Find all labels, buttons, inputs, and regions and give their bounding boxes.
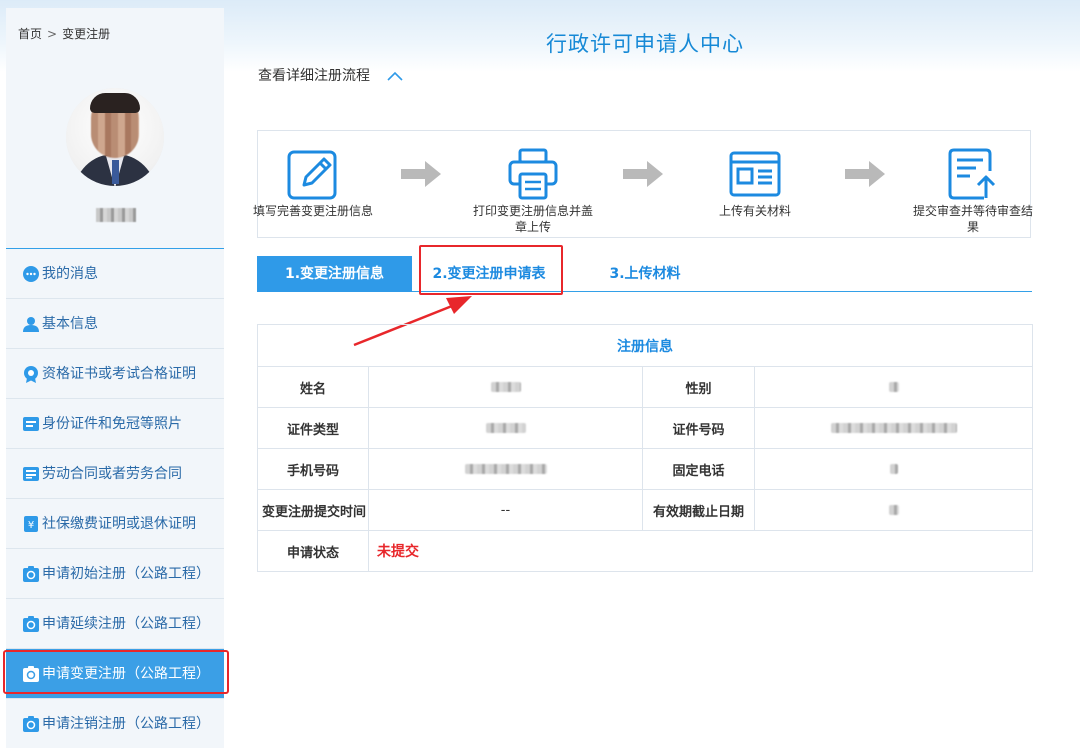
tab-change-registration-info[interactable]: 1.变更注册信息 [257, 256, 412, 292]
sidebar-item-label: 基本信息 [42, 316, 98, 332]
breadcrumb-separator: > [47, 27, 58, 41]
contract-icon [23, 467, 39, 481]
step-4: 提交审查并等待审查结果 [913, 147, 1033, 235]
label-status: 申请状态 [257, 530, 369, 572]
breadcrumb-current: 变更注册 [62, 27, 111, 41]
apply-icon [23, 716, 39, 732]
value-status: 未提交 [368, 530, 1033, 572]
value-id-number [754, 407, 1033, 449]
sidebar-item-id-photo[interactable]: 身份证件和免冠等照片 [6, 399, 224, 449]
sidebar-item-basic-info[interactable]: 基本信息 [6, 299, 224, 349]
sidebar-item-label: 申请延续注册（公路工程） [42, 616, 210, 632]
value-expiry-date [754, 489, 1033, 531]
breadcrumb: 首页 > 变更注册 [18, 25, 110, 42]
certificate-icon [24, 366, 38, 383]
social-security-icon: ¥ [24, 516, 38, 532]
sidebar-item-my-messages[interactable]: 我的消息 [6, 249, 224, 299]
svg-text:¥: ¥ [28, 520, 34, 531]
apply-icon [23, 666, 39, 682]
flow-toggle[interactable]: 查看详细注册流程 [258, 65, 404, 85]
sidebar-item-label: 我的消息 [42, 266, 98, 282]
label-gender: 性别 [642, 366, 755, 408]
sidebar-item-social-security[interactable]: ¥ 社保缴费证明或退休证明 [6, 499, 224, 549]
step-1: 填写完善变更注册信息 [253, 147, 373, 219]
step-label: 上传有关材料 [718, 204, 791, 218]
status-badge: 未提交 [377, 544, 419, 560]
step-label: 打印变更注册信息并盖章上传 [473, 204, 594, 234]
sidebar-item-label: 申请初始注册（公路工程） [42, 566, 210, 582]
value-submit-time: -- [368, 489, 643, 531]
sidebar-item-change-registration[interactable]: 申请变更注册（公路工程） [6, 649, 224, 699]
sidebar-item-label: 资格证书或考试合格证明 [42, 366, 196, 382]
step-label: 填写完善变更注册信息 [253, 204, 374, 218]
label-submit-time: 变更注册提交时间 [257, 489, 369, 531]
upload-document-icon [729, 151, 781, 197]
label-name: 姓名 [257, 366, 369, 408]
sidebar: 首页 > 变更注册 我的消息 基本信息 资格证书或考试合格证明 身份证件和免冠等照片 [6, 8, 224, 748]
label-id-type: 证件类型 [257, 407, 369, 449]
sidebar-item-label: 社保缴费证明或退休证明 [42, 516, 196, 532]
flow-toggle-label: 查看详细注册流程 [258, 68, 370, 84]
label-id-number: 证件号码 [642, 407, 755, 449]
label-expiry-date: 有效期截止日期 [642, 489, 755, 531]
breadcrumb-home[interactable]: 首页 [18, 27, 42, 41]
registration-steps: 填写完善变更注册信息 打印变更注册信息并盖章上传 上传有关材料 提交审查并等待审… [253, 130, 1033, 238]
sidebar-item-label: 申请注销注册（公路工程） [42, 716, 210, 732]
id-card-icon [23, 417, 39, 431]
value-id-type [368, 407, 643, 449]
sidebar-menu: 我的消息 基本信息 资格证书或考试合格证明 身份证件和免冠等照片 劳动合同或者劳… [6, 249, 224, 748]
arrow-right-icon [623, 161, 663, 187]
registration-info-table: 注册信息 姓名 性别 证件类型 证件号码 手机号码 固定电话 变更注册提交时间 … [257, 324, 1033, 572]
tab-bar: 1.变更注册信息 2.变更注册申请表 3.上传材料 [257, 256, 1032, 292]
arrow-right-icon [845, 161, 885, 187]
tab-upload-materials[interactable]: 3.上传材料 [603, 256, 687, 292]
value-mobile [368, 448, 643, 490]
sidebar-item-certificate[interactable]: 资格证书或考试合格证明 [6, 349, 224, 399]
printer-icon [508, 148, 558, 200]
apply-icon [23, 566, 39, 582]
tab-change-registration-form[interactable]: 2.变更注册申请表 [425, 256, 553, 292]
value-name [368, 366, 643, 408]
user-icon [23, 317, 39, 332]
value-gender [754, 366, 1033, 408]
sidebar-item-label: 身份证件和免冠等照片 [42, 416, 182, 432]
avatar [66, 88, 164, 186]
user-name-blurred [96, 208, 136, 222]
sidebar-item-labor-contract[interactable]: 劳动合同或者劳务合同 [6, 449, 224, 499]
step-2: 打印变更注册信息并盖章上传 [473, 147, 593, 235]
label-phone: 固定电话 [642, 448, 755, 490]
apply-icon [23, 616, 39, 632]
value-phone [754, 448, 1033, 490]
sidebar-item-renewal-registration[interactable]: 申请延续注册（公路工程） [6, 599, 224, 649]
edit-form-icon [287, 150, 337, 200]
sidebar-item-label: 劳动合同或者劳务合同 [42, 466, 182, 482]
message-icon [23, 266, 39, 282]
submit-review-icon [948, 148, 996, 200]
label-mobile: 手机号码 [257, 448, 369, 490]
sidebar-item-cancel-registration[interactable]: 申请注销注册（公路工程） [6, 699, 224, 748]
page-title: 行政许可申请人中心 [546, 32, 744, 56]
section-title: 注册信息 [257, 324, 1033, 367]
sidebar-item-label: 申请变更注册（公路工程） [42, 666, 210, 682]
chevron-up-icon [387, 71, 404, 81]
step-3: 上传有关材料 [695, 147, 815, 219]
arrow-right-icon [401, 161, 441, 187]
step-label: 提交审查并等待审查结果 [913, 204, 1034, 234]
sidebar-item-initial-registration[interactable]: 申请初始注册（公路工程） [6, 549, 224, 599]
